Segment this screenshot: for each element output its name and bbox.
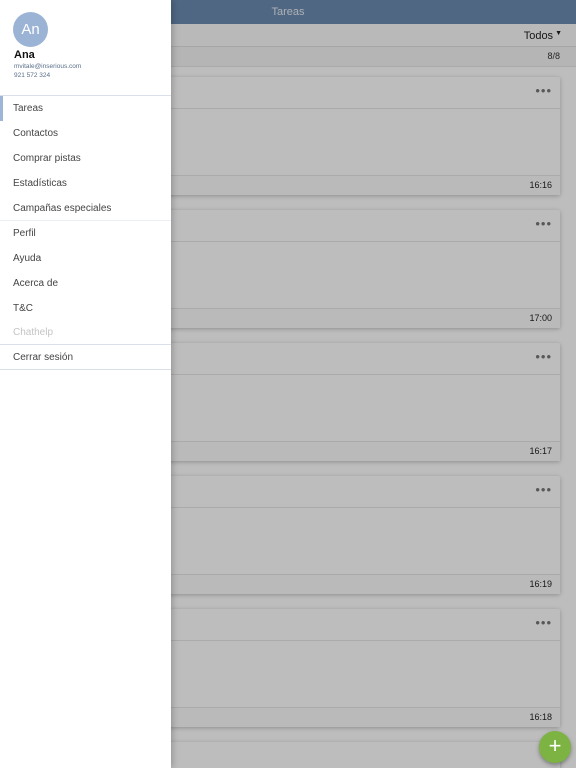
menu-item-label: Contactos (13, 128, 59, 139)
menu-item-tareas[interactable]: Tareas (0, 96, 171, 121)
avatar[interactable]: An (13, 12, 48, 47)
menu-item-label: Tareas (13, 103, 44, 114)
menu-item-label: Cerrar sesión (13, 352, 74, 363)
menu-item-perfil[interactable]: Perfil (0, 221, 171, 246)
add-task-button[interactable]: + (539, 731, 571, 763)
menu-item-campanas-especiales[interactable]: Campañas especiales (0, 196, 171, 221)
menu-item-contactos[interactable]: Contactos (0, 121, 171, 146)
menu-item-label: Acerca de (13, 278, 59, 289)
menu-item-label: Ayuda (13, 253, 42, 264)
navigation-drawer: An Ana mvitale@inserious.com 921 572 324… (0, 0, 171, 768)
menu-item-chathelp: Chathelp (0, 320, 171, 345)
menu-item-label: Perfil (13, 228, 36, 239)
user-name: Ana (14, 49, 35, 61)
divider (0, 369, 171, 370)
menu-item-comprar-pistas[interactable]: Comprar pistas (0, 146, 171, 171)
menu-item-estadisticas[interactable]: Estadísticas (0, 171, 171, 196)
menu-item-label: Comprar pistas (13, 153, 81, 164)
menu-item-label: Campañas especiales (13, 203, 112, 214)
menu-item-acerca-de[interactable]: Acerca de (0, 271, 171, 296)
user-phone: 921 572 324 (14, 72, 51, 79)
menu-item-tyc[interactable]: T&C (0, 296, 171, 321)
menu-item-label: Chathelp (13, 327, 54, 338)
user-email: mvitale@inserious.com (14, 63, 82, 70)
menu-item-ayuda[interactable]: Ayuda (0, 246, 171, 271)
plus-icon: + (548, 733, 562, 758)
menu-item-cerrar-sesion[interactable]: Cerrar sesión (0, 345, 171, 370)
menu-item-label: Estadísticas (13, 178, 67, 189)
menu-item-label: T&C (13, 303, 33, 314)
